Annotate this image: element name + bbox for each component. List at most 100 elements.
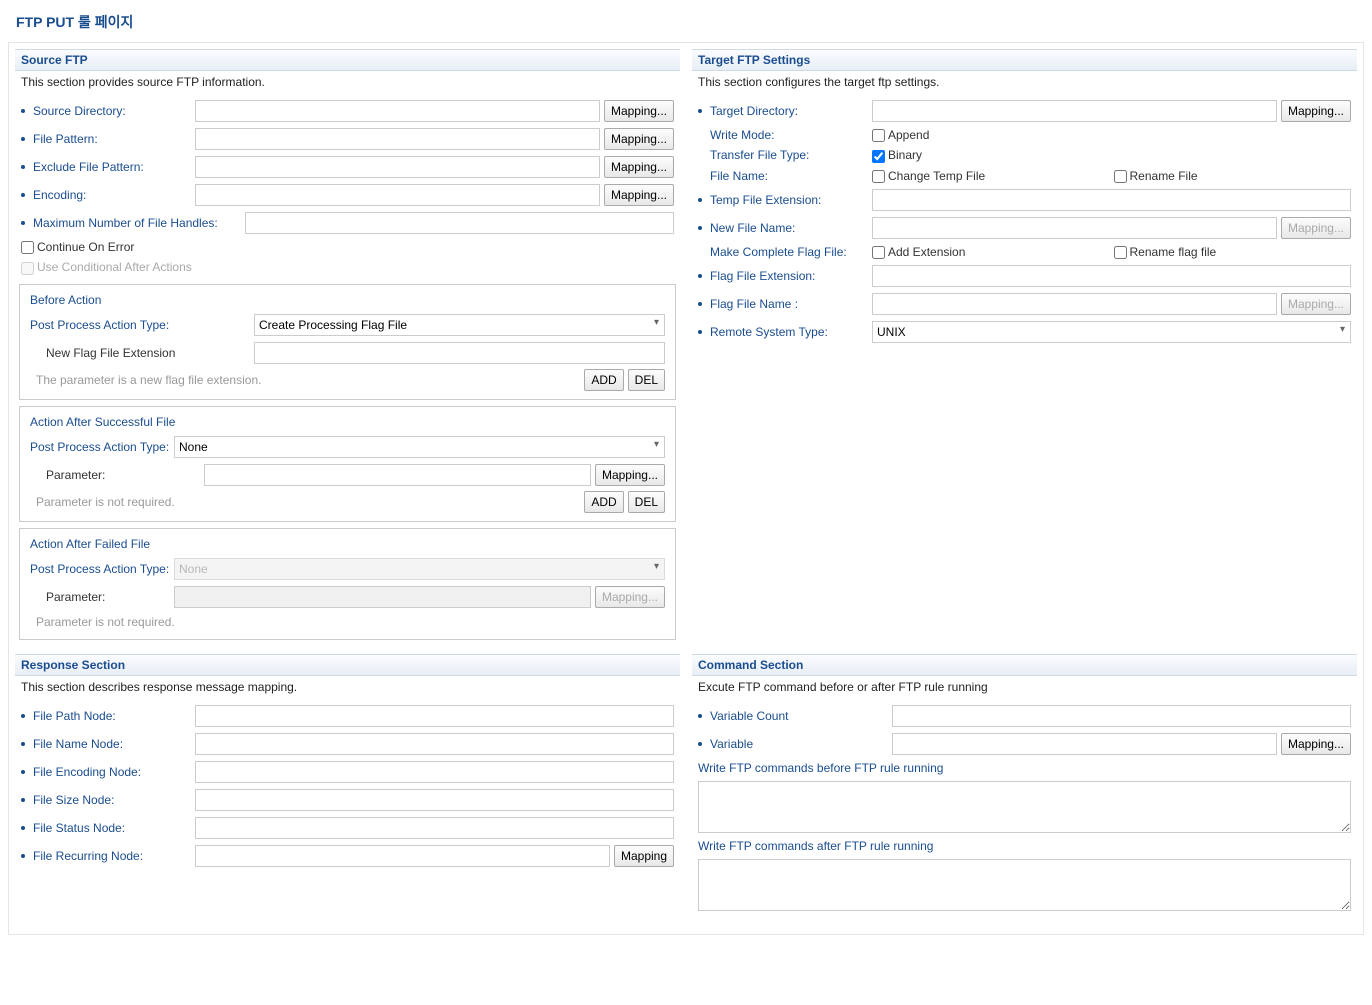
main-wrap: Source FTP This section provides source …: [8, 42, 1364, 935]
file-recurring-input[interactable]: [195, 845, 610, 867]
continue-on-error-checkbox[interactable]: [21, 241, 34, 254]
flag-name-label: Flag File Name :: [698, 297, 868, 311]
flag-name-input[interactable]: [872, 293, 1277, 315]
flag-ext-label: Flag File Extension:: [698, 269, 868, 283]
temp-ext-input[interactable]: [872, 189, 1351, 211]
rename-flag-wrap[interactable]: Rename flag file: [1114, 245, 1352, 259]
left-column: Source FTP This section provides source …: [15, 49, 680, 654]
exclude-pattern-mapping-button[interactable]: Mapping...: [604, 156, 674, 178]
after-success-hint: Parameter is not required.: [30, 491, 580, 513]
command-title: Command Section: [692, 654, 1357, 676]
before-hint: The parameter is a new flag file extensi…: [30, 369, 580, 391]
after-failed-type-select: None: [174, 558, 665, 580]
file-encoding-input[interactable]: [195, 761, 674, 783]
response-panel: Response Section This section describes …: [15, 654, 680, 870]
file-status-label: File Status Node:: [21, 821, 191, 835]
write-mode-label: Write Mode:: [698, 128, 868, 142]
change-temp-wrap[interactable]: Change Temp File: [872, 169, 1110, 183]
rename-file-checkbox[interactable]: [1114, 170, 1127, 183]
file-size-input[interactable]: [195, 789, 674, 811]
target-ftp-title: Target FTP Settings: [692, 49, 1357, 71]
new-file-name-mapping-button: Mapping...: [1281, 217, 1351, 239]
remote-type-label: Remote System Type:: [698, 325, 868, 339]
command-desc: Excute FTP command before or after FTP r…: [692, 676, 1357, 702]
before-type-select[interactable]: Create Processing Flag File: [254, 314, 665, 336]
binary-wrap[interactable]: Binary: [872, 148, 922, 162]
right-column: Target FTP Settings This section configu…: [692, 49, 1357, 654]
before-del-button[interactable]: DEL: [628, 369, 665, 391]
file-status-input[interactable]: [195, 817, 674, 839]
after-failed-title: Action After Failed File: [24, 535, 671, 555]
append-wrap[interactable]: Append: [872, 128, 929, 142]
page-title: FTP PUT 룰 페이지: [8, 8, 1364, 42]
after-success-del-button[interactable]: DEL: [628, 491, 665, 513]
after-success-add-button[interactable]: ADD: [584, 491, 623, 513]
new-flag-ext-label: New Flag File Extension: [30, 346, 250, 360]
file-recurring-mapping-button[interactable]: Mapping: [614, 845, 674, 867]
encoding-input[interactable]: [195, 184, 600, 206]
make-flag-label: Make Complete Flag File:: [698, 245, 868, 259]
file-path-input[interactable]: [195, 705, 674, 727]
source-ftp-panel: Source FTP This section provides source …: [15, 49, 680, 640]
target-ftp-panel: Target FTP Settings This section configu…: [692, 49, 1357, 346]
source-ftp-desc: This section provides source FTP informa…: [15, 71, 680, 97]
source-ftp-title: Source FTP: [15, 49, 680, 71]
encoding-mapping-button[interactable]: Mapping...: [604, 184, 674, 206]
after-success-mapping-button[interactable]: Mapping...: [595, 464, 665, 486]
before-cmd-textarea[interactable]: [698, 781, 1351, 833]
after-cmd-label: Write FTP commands after FTP rule runnin…: [698, 839, 933, 853]
after-failed-hint: Parameter is not required.: [24, 611, 671, 633]
before-add-button[interactable]: ADD: [584, 369, 623, 391]
file-pattern-input[interactable]: [195, 128, 600, 150]
after-success-type-select[interactable]: None: [174, 436, 665, 458]
add-ext-checkbox[interactable]: [872, 246, 885, 259]
after-failed-type-label: Post Process Action Type:: [30, 562, 170, 576]
transfer-type-label: Transfer File Type:: [698, 148, 868, 162]
variable-input[interactable]: [892, 733, 1277, 755]
source-dir-mapping-button[interactable]: Mapping...: [604, 100, 674, 122]
before-cmd-label: Write FTP commands before FTP rule runni…: [698, 761, 943, 775]
source-dir-input[interactable]: [195, 100, 600, 122]
variable-label: Variable: [698, 737, 888, 751]
append-checkbox[interactable]: [872, 129, 885, 142]
new-flag-ext-input[interactable]: [254, 342, 665, 364]
after-success-type-label: Post Process Action Type:: [30, 440, 170, 454]
new-file-name-label: New File Name:: [698, 221, 868, 235]
exclude-pattern-input[interactable]: [195, 156, 600, 178]
target-dir-label: Target Directory:: [698, 104, 868, 118]
use-conditional-wrap[interactable]: Use Conditional After Actions: [21, 260, 192, 274]
var-count-input[interactable]: [892, 705, 1351, 727]
remote-type-select[interactable]: UNIX: [872, 321, 1351, 343]
after-success-param-label: Parameter:: [30, 468, 200, 482]
response-title: Response Section: [15, 654, 680, 676]
encoding-label: Encoding:: [21, 188, 191, 202]
continue-on-error-wrap[interactable]: Continue On Error: [21, 240, 134, 254]
after-failed-mapping-button: Mapping...: [595, 586, 665, 608]
after-success-box: Action After Successful File Post Proces…: [19, 406, 676, 522]
file-name-node-input[interactable]: [195, 733, 674, 755]
use-conditional-checkbox: [21, 262, 34, 275]
target-ftp-desc: This section configures the target ftp s…: [692, 71, 1357, 97]
var-count-label: Variable Count: [698, 709, 888, 723]
rename-file-wrap[interactable]: Rename File: [1114, 169, 1352, 183]
before-action-title: Before Action: [24, 291, 671, 311]
temp-ext-label: Temp File Extension:: [698, 193, 868, 207]
new-file-name-input[interactable]: [872, 217, 1277, 239]
rename-flag-checkbox[interactable]: [1114, 246, 1127, 259]
flag-ext-input[interactable]: [872, 265, 1351, 287]
file-name-node-label: File Name Node:: [21, 737, 191, 751]
max-handles-input[interactable]: [245, 212, 674, 234]
file-path-label: File Path Node:: [21, 709, 191, 723]
binary-checkbox[interactable]: [872, 150, 885, 163]
after-success-param-input[interactable]: [204, 464, 591, 486]
after-cmd-textarea[interactable]: [698, 859, 1351, 911]
change-temp-checkbox[interactable]: [872, 170, 885, 183]
target-dir-input[interactable]: [872, 100, 1277, 122]
file-pattern-mapping-button[interactable]: Mapping...: [604, 128, 674, 150]
variable-mapping-button[interactable]: Mapping...: [1281, 733, 1351, 755]
file-pattern-label: File Pattern:: [21, 132, 191, 146]
add-ext-wrap[interactable]: Add Extension: [872, 245, 1110, 259]
target-dir-mapping-button[interactable]: Mapping...: [1281, 100, 1351, 122]
before-type-label: Post Process Action Type:: [30, 318, 250, 332]
flag-name-mapping-button: Mapping...: [1281, 293, 1351, 315]
